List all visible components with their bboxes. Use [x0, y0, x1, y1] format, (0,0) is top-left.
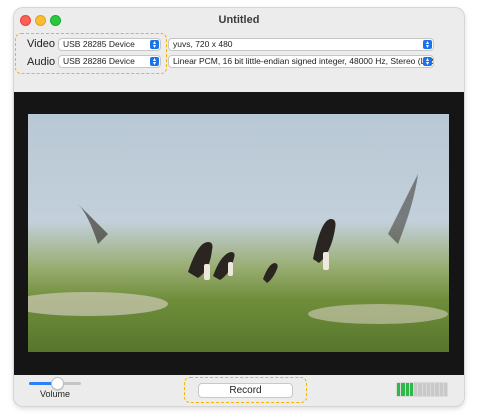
- meter-segment: [435, 383, 439, 396]
- audio-format-value: Linear PCM, 16 bit little-endian signed …: [173, 56, 434, 66]
- meter-segment: [426, 383, 430, 396]
- title-bar: Untitled: [14, 8, 464, 32]
- preview-scene: [28, 174, 448, 324]
- meter-segment: [422, 383, 426, 396]
- capture-window: Untitled Video USB 28285 Device ▴ ▾ yuvs,…: [14, 8, 464, 406]
- audio-format-select[interactable]: Linear PCM, 16 bit little-endian signed …: [168, 55, 434, 68]
- meter-segment: [431, 383, 435, 396]
- video-format-select[interactable]: yuvs, 720 x 480 ▴ ▾: [168, 38, 434, 51]
- meter-segment: [443, 383, 447, 396]
- volume-label: Volume: [40, 389, 71, 399]
- meter-segment: [397, 383, 401, 396]
- chevron-updown-icon: ▴ ▾: [423, 40, 432, 50]
- bottom-controls: Volume Record: [14, 375, 464, 406]
- meter-segment: [439, 383, 443, 396]
- volume-slider[interactable]: [29, 377, 81, 390]
- meter-segment: [405, 383, 409, 396]
- device-selector-highlight: [15, 33, 167, 74]
- meter-segment: [409, 383, 413, 396]
- chevron-updown-icon: ▴ ▾: [423, 57, 432, 67]
- audio-level-meter: [396, 382, 448, 397]
- record-button[interactable]: Record: [198, 383, 293, 398]
- meter-segment: [414, 383, 418, 396]
- window-title: Untitled: [218, 14, 260, 26]
- video-preview: [14, 92, 464, 375]
- video-frame: [28, 114, 449, 352]
- meter-segment: [401, 383, 405, 396]
- video-format-value: yuvs, 720 x 480: [173, 39, 233, 49]
- meter-segment: [418, 383, 422, 396]
